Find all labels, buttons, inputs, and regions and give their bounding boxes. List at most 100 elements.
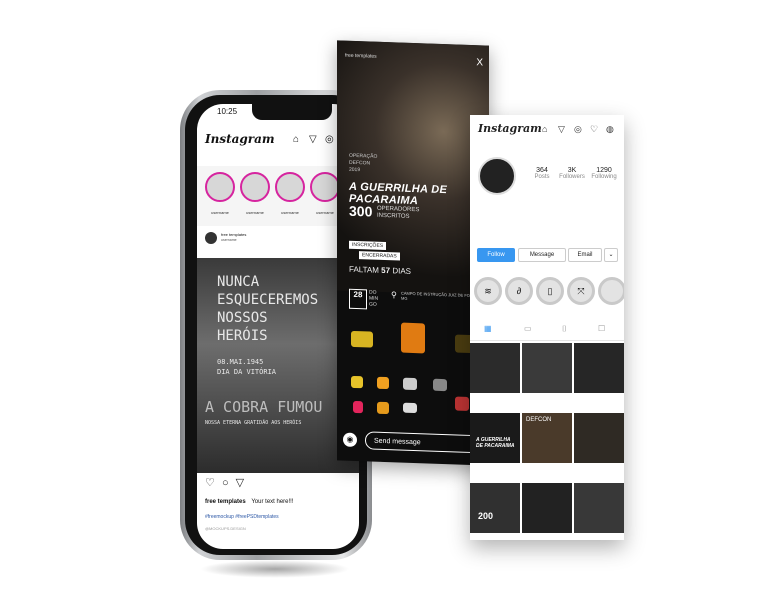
caption-user[interactable]: free templates <box>205 499 246 505</box>
stat-value: 1290 <box>596 167 612 174</box>
operation-line: 2019 <box>349 166 361 174</box>
event-location: CAMPO DE INSTRUÇÃO JUIZ DE FORA - MG <box>401 290 478 301</box>
story-item[interactable]: username <box>205 172 235 215</box>
stat-label: Followers <box>559 174 585 180</box>
story-account: free templates <box>345 52 377 60</box>
story-username: username <box>211 210 229 215</box>
caption-text: Your text here!!! <box>251 499 294 505</box>
camera-icon[interactable]: ◉ <box>343 432 357 448</box>
date-badge: 28 <box>349 288 367 310</box>
post-line: HERÓIS <box>217 328 268 344</box>
highlight-item[interactable]: ⤧ <box>567 277 595 305</box>
stat-label: Following <box>591 174 617 180</box>
share-icon[interactable]: ▽ <box>236 477 244 489</box>
profile-icon[interactable]: ◍ <box>606 124 614 135</box>
grid-post[interactable] <box>574 413 624 463</box>
comment-icon[interactable]: ○ <box>222 477 229 489</box>
caption: free templates Your text here!!! <box>205 499 294 505</box>
post-gratitude: NOSSA ETERNA GRATIDÃO AOS HERÓIS <box>205 420 302 426</box>
sponsor-logo <box>433 378 447 392</box>
story-card: free templates X OPERAÇÃO DEFCON 2019 A … <box>337 40 489 466</box>
grid-post-text: DEFCON <box>526 417 552 423</box>
grid-post[interactable]: DEFCON <box>522 413 572 463</box>
direct-icon[interactable]: ▽ <box>309 134 317 145</box>
avatar[interactable] <box>478 157 516 195</box>
home-icon[interactable]: ⌂ <box>293 134 299 145</box>
heart-icon[interactable]: ♡ <box>205 477 215 489</box>
instagram-header: Instagram ⌂ ▽ ◎ ♡ <box>197 130 359 152</box>
closed-tag: INSCRIÇÕES <box>349 240 387 251</box>
notch <box>252 104 332 120</box>
phone-shadow <box>200 560 350 578</box>
heart-icon[interactable]: ♡ <box>590 124 598 135</box>
explore-icon[interactable]: ◎ <box>574 124 582 135</box>
grid-post[interactable] <box>574 483 624 533</box>
stories-bar: username username username username <box>197 166 359 226</box>
grid-post[interactable] <box>522 483 572 533</box>
tagged-icon[interactable]: ☐ <box>598 324 605 333</box>
status-time: 10:25 <box>217 107 238 116</box>
avatar[interactable] <box>205 232 217 244</box>
highlight-item[interactable]: ∂ <box>505 277 533 305</box>
story-item[interactable]: username <box>275 172 305 215</box>
spotify-icon: ≋ <box>484 286 492 296</box>
date-weekday: DO MIN GO <box>369 289 379 308</box>
post-actions: ♡ ○ ▽ <box>205 476 244 489</box>
sponsor-logo <box>401 322 425 354</box>
expand-icon: ⤧ <box>577 286 585 296</box>
stat-value: 3K <box>567 167 577 174</box>
story-item[interactable]: username <box>310 172 340 215</box>
bookmark-icon[interactable]: ⌷ <box>562 324 567 334</box>
post-image[interactable]: NUNCA ESQUECEREMOS NOSSOS HERÓIS 08.MAI.… <box>197 258 359 473</box>
phone-icon: ▯ <box>547 286 553 296</box>
post-line: NUNCA <box>217 274 260 290</box>
stat-following[interactable]: 1290 Following <box>586 167 622 180</box>
post-big-text: A COBRA FUMOU <box>205 398 323 416</box>
story-avatar <box>275 172 305 202</box>
chevron-down-icon[interactable]: ⌄ <box>604 248 618 262</box>
message-button[interactable]: Message <box>518 248 566 262</box>
stat-followers[interactable]: 3K Followers <box>554 167 590 180</box>
send-message-input[interactable]: Send message <box>365 431 480 454</box>
post-header: free templates username <box>197 226 359 258</box>
story-avatar <box>205 172 235 202</box>
story-item[interactable]: username <box>240 172 270 215</box>
grid-post[interactable] <box>522 343 572 393</box>
explore-icon[interactable]: ◎ <box>325 134 334 145</box>
follow-button[interactable]: Follow <box>477 248 515 262</box>
countdown-unit: DIAS <box>392 266 411 276</box>
countdown-value: 57 <box>381 265 391 276</box>
sponsor-logo <box>403 377 417 391</box>
sponsor-logo <box>351 375 363 389</box>
highlight-item[interactable]: ▯ <box>536 277 564 305</box>
story-username: username <box>316 210 334 215</box>
profile-card: Instagram ⌂ ▽ ◎ ♡ ◍ 364 Posts 3K Followe… <box>470 115 624 540</box>
email-button[interactable]: Email <box>568 248 602 262</box>
highlight-item[interactable] <box>598 277 624 305</box>
story-avatar <box>240 172 270 202</box>
post-line: ESQUECEREMOS <box>217 292 319 308</box>
profile-tabs: ▦ ▭ ⌷ ☐ <box>470 320 624 341</box>
sponsor-logo <box>353 400 363 414</box>
igtv-icon[interactable]: ▭ <box>524 324 532 333</box>
post-day: DIA DA VITÓRIA <box>217 368 277 376</box>
highlight-item[interactable]: ≋ <box>474 277 502 305</box>
grid-icon[interactable]: ▦ <box>484 324 492 333</box>
grid-post[interactable]: A GUERRILHA DE PACARAIMA <box>470 413 520 463</box>
paperclip-icon: ∂ <box>516 286 522 296</box>
direct-icon[interactable]: ▽ <box>558 124 565 135</box>
post-date: 08.MAI.1945 <box>217 358 264 366</box>
post-account[interactable]: free templates <box>221 232 246 237</box>
location-pin-icon: ⚲ <box>391 290 397 300</box>
grid-post[interactable] <box>470 343 520 393</box>
story-username: username <box>281 210 299 215</box>
close-icon[interactable]: X <box>476 57 483 68</box>
story-count: 300 <box>349 202 373 220</box>
instagram-logo: Instagram <box>478 122 542 135</box>
sponsor-logo <box>351 330 373 348</box>
story-avatar <box>310 172 340 202</box>
grid-post[interactable] <box>574 343 624 393</box>
hashtags[interactable]: #freemockup #freePSDtemplates <box>205 514 279 520</box>
grid-post[interactable]: 200 <box>470 483 520 533</box>
home-icon[interactable]: ⌂ <box>542 124 547 134</box>
